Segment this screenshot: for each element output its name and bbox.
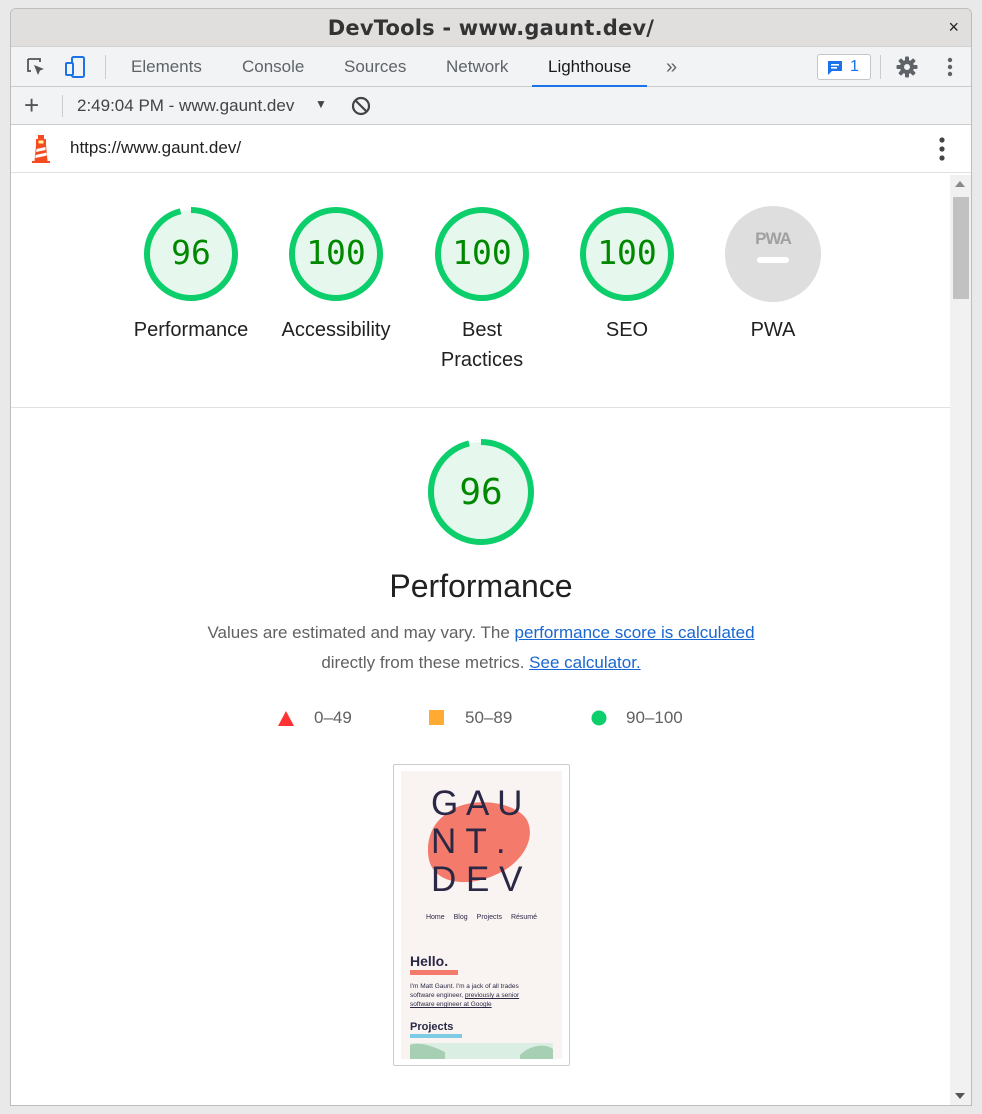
toolbar-divider-right: [880, 55, 881, 79]
screenshot-intro-line2b: previously a senior: [464, 992, 520, 999]
gauge-performance-label: Performance: [133, 319, 249, 341]
screenshot-intro-line2: software engineer, previously a senior: [410, 991, 555, 1000]
screenshot-logo-line2: N T .: [431, 822, 506, 861]
final-screenshot[interactable]: G A U N T . D E V Home Blog Projects Rés…: [393, 764, 570, 1066]
report-url: https://www.gaunt.dev/: [70, 138, 242, 157]
legend-average-label: 50–89: [465, 708, 513, 727]
performance-description-line2: directly from these metrics. See calcula…: [11, 653, 951, 673]
gauge-seo-label: SEO: [605, 319, 649, 341]
screenshot-logo: G A U N T . D E V: [431, 785, 522, 899]
section-divider: [11, 407, 951, 408]
pass-circle-icon: [591, 710, 607, 731]
gauge-best-practices[interactable]: 100: [433, 205, 531, 308]
screenshot-logo-line1: G A U: [431, 784, 523, 823]
main-tab-bar: Elements Console Sources Network Lightho…: [11, 47, 971, 87]
screenshot-hello: Hello.: [410, 953, 449, 969]
gear-icon[interactable]: [895, 55, 919, 79]
report-content: 96 Performance 100 Accessibility 100 Bes…: [11, 175, 951, 1105]
scroll-down-icon[interactable]: [955, 1093, 965, 1099]
new-report-icon[interactable]: +: [24, 90, 39, 120]
clear-reports-icon[interactable]: [351, 96, 371, 121]
desc-text-2: directly from these metrics.: [321, 653, 525, 672]
gauge-seo[interactable]: 100: [578, 205, 676, 308]
lighthouse-toolbar-divider: [62, 95, 63, 117]
tab-sources[interactable]: Sources: [344, 47, 406, 87]
performance-description-line1: Values are estimated and may vary. The p…: [11, 623, 951, 643]
screenshot-nav-projects: Projects: [476, 914, 502, 921]
gauge-best-practices-label: Best Practices: [412, 315, 552, 375]
lighthouse-logo-icon: [31, 135, 51, 168]
screenshot-projects-card: [410, 1043, 553, 1059]
gauge-accessibility-label: Accessibility: [281, 319, 391, 341]
gauge-accessibility[interactable]: 100: [287, 205, 385, 308]
vertical-scrollbar[interactable]: [950, 175, 971, 1105]
issues-count: 1: [850, 58, 859, 75]
screenshot-projects: Projects: [410, 1021, 454, 1033]
issues-button[interactable]: 1: [817, 54, 871, 80]
report-url-bar: https://www.gaunt.dev/: [11, 125, 971, 173]
screenshot-intro-line2a: software engineer,: [410, 992, 465, 999]
fail-triangle-icon: [278, 711, 294, 731]
lighthouse-toolbar: + 2:49:04 PM - www.gaunt.dev ▼: [11, 87, 971, 125]
title-bar: DevTools - www.gaunt.dev/ ×: [11, 9, 971, 47]
scrollbar-thumb[interactable]: [953, 197, 969, 299]
device-toolbar-icon[interactable]: [63, 55, 87, 79]
screenshot-logo-line3: D E V: [431, 860, 523, 899]
devtools-window: DevTools - www.gaunt.dev/ × Elements Con…: [10, 8, 972, 1106]
screenshot-projects-underline: [410, 1034, 462, 1038]
screenshot-nav: Home Blog Projects Résumé: [401, 914, 562, 921]
screenshot-page: G A U N T . D E V Home Blog Projects Rés…: [401, 771, 562, 1059]
gauge-pwa[interactable]: PWA: [724, 205, 822, 308]
desc-text-1: Values are estimated and may vary. The: [207, 623, 515, 642]
gauge-performance-score: 96: [171, 233, 211, 272]
screenshot-nav-resume: Résumé: [510, 914, 538, 921]
gauge-performance[interactable]: 96: [142, 205, 240, 308]
more-tabs-icon[interactable]: »: [666, 47, 677, 87]
screenshot-intro-line3: software engineer at Google: [410, 1001, 492, 1008]
report-selector[interactable]: 2:49:04 PM - www.gaunt.dev: [77, 96, 294, 116]
chevron-down-icon[interactable]: ▼: [315, 97, 327, 111]
tab-lighthouse[interactable]: Lighthouse: [532, 47, 648, 87]
gauge-best-practices-label-line2: Practices: [440, 349, 524, 371]
average-square-icon: [429, 710, 444, 730]
close-icon[interactable]: ×: [948, 17, 959, 38]
score-calculated-link[interactable]: performance score is calculated: [515, 623, 755, 642]
performance-score-large: 96: [459, 472, 502, 513]
performance-gauge-large: 96: [426, 437, 536, 552]
legend-fail-label: 0–49: [314, 708, 352, 727]
gauge-best-practices-score: 100: [452, 233, 512, 272]
screenshot-nav-home: Home: [425, 914, 445, 921]
gauge-accessibility-score: 100: [306, 233, 366, 272]
tab-network[interactable]: Network: [446, 47, 508, 87]
screenshot-intro: I'm Matt Gaunt. I'm a jack of all trades…: [410, 982, 555, 1009]
kebab-menu-icon[interactable]: [938, 55, 962, 79]
performance-title: Performance: [389, 568, 573, 604]
screenshot-hello-underline: [410, 970, 458, 975]
legend-pass-label: 90–100: [626, 708, 683, 727]
inspect-element-icon[interactable]: [24, 55, 48, 79]
window-title: DevTools - www.gaunt.dev/: [327, 16, 655, 40]
toolbar-divider: [105, 55, 106, 79]
report-menu-icon[interactable]: [937, 136, 947, 167]
scroll-up-icon[interactable]: [955, 181, 965, 187]
screenshot-nav-blog: Blog: [453, 914, 468, 921]
issues-chat-icon: [826, 59, 844, 82]
gauge-best-practices-label-line1: Best: [461, 319, 503, 341]
tab-console[interactable]: Console: [242, 47, 304, 87]
gauge-pwa-label: PWA: [750, 319, 796, 341]
see-calculator-link[interactable]: See calculator.: [529, 653, 641, 672]
screenshot-intro-line1: I'm Matt Gaunt. I'm a jack of all trades: [410, 983, 519, 990]
gauge-seo-score: 100: [597, 233, 657, 272]
pwa-badge-icon: PWA: [755, 229, 791, 248]
tab-elements[interactable]: Elements: [131, 47, 202, 87]
